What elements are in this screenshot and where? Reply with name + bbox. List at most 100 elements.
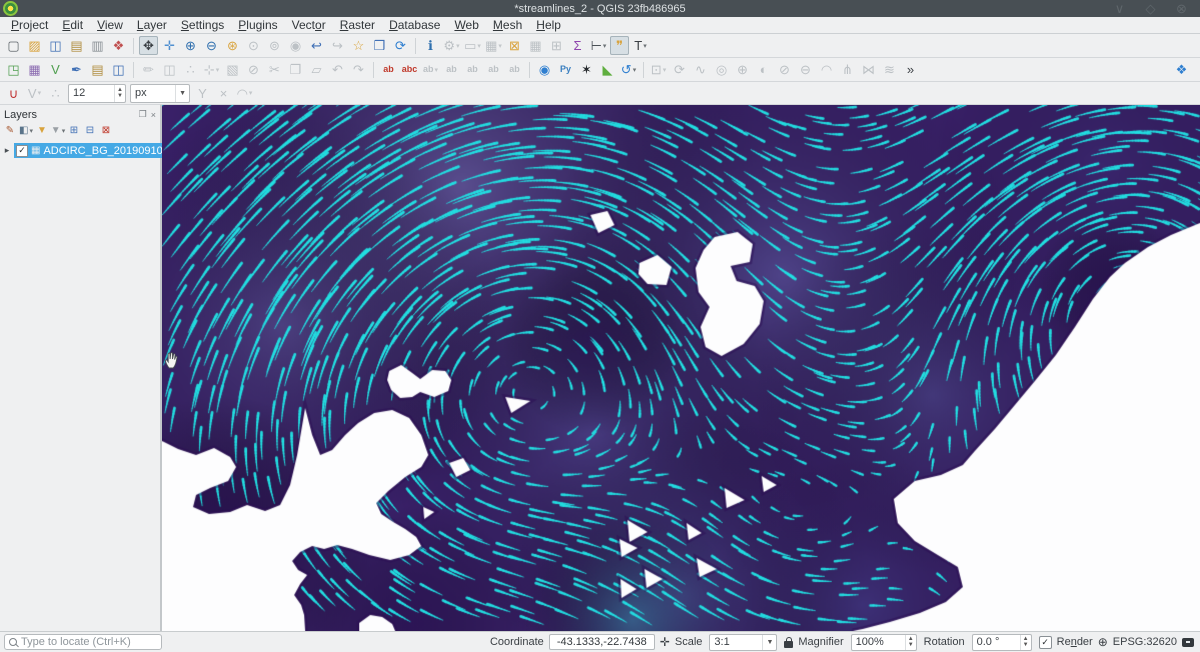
- map-canvas[interactable]: [162, 105, 1200, 631]
- add-delimited-text-icon[interactable]: ✒: [67, 60, 86, 79]
- style-manager-icon[interactable]: ❖: [109, 36, 128, 55]
- zoom-out-icon[interactable]: ⊖: [202, 36, 221, 55]
- zoom-full-icon[interactable]: ⊛: [223, 36, 242, 55]
- magnifier-spinbox[interactable]: 100% ▲▼: [851, 634, 917, 651]
- menu-web[interactable]: Web: [447, 18, 485, 32]
- magnifier-label: Magnifier: [798, 636, 843, 648]
- menu-help[interactable]: Help: [529, 18, 568, 32]
- layer-name[interactable]: ADCIRC_BG_20190910_1t: [43, 145, 178, 157]
- processing-toolbox-icon[interactable]: ❖: [1172, 60, 1191, 79]
- menu-project[interactable]: Project: [4, 18, 55, 32]
- snapping-toggle-icon[interactable]: ∪: [4, 84, 23, 103]
- add-raster-layer-icon[interactable]: ▦: [25, 60, 44, 79]
- new-project-icon[interactable]: ▢: [4, 36, 23, 55]
- redo-icon: ↷: [349, 60, 368, 79]
- coordinate-input[interactable]: -43.1333,-22.7438: [549, 634, 655, 650]
- spin-arrows-icon[interactable]: ▲▼: [1020, 635, 1031, 650]
- menu-view[interactable]: View: [90, 18, 130, 32]
- fill-ring-icon: ◐: [754, 60, 773, 79]
- remove-layer-icon[interactable]: ⊠: [98, 123, 114, 139]
- layer-labeling-icon[interactable]: ab: [379, 60, 398, 79]
- text-annotation-icon[interactable]: T▾: [631, 36, 650, 55]
- add-vector-layer-icon[interactable]: ◳: [4, 60, 23, 79]
- metasearch-icon[interactable]: ◉: [535, 60, 554, 79]
- menu-edit[interactable]: Edit: [55, 18, 90, 32]
- toolbar-layers-editing: ◳▦V✒▤◫✏◫∴⊹▾▧⊘✂❐▱↶↷ababcab▾abababab◉Py✶◣↺…: [0, 58, 1200, 82]
- menu-raster[interactable]: Raster: [333, 18, 382, 32]
- rotate-feature-icon: ⟳: [670, 60, 689, 79]
- map-tips-icon[interactable]: ❞: [610, 36, 629, 55]
- measure-icon[interactable]: ⊢▾: [589, 36, 608, 55]
- chevron-down-icon[interactable]: ▼: [762, 635, 776, 650]
- merge-features-icon: ⋈: [859, 60, 878, 79]
- trace-icon: ◠▾: [235, 84, 254, 103]
- rotation-spinbox[interactable]: 0.0 ° ▲▼: [972, 634, 1032, 651]
- float-panel-icon[interactable]: ❐: [139, 109, 147, 120]
- statistics-icon[interactable]: Σ: [568, 36, 587, 55]
- help-icon[interactable]: ↺▾: [619, 60, 638, 79]
- crs-status[interactable]: EPSG:32620: [1113, 636, 1177, 648]
- add-mesh-layer-icon[interactable]: V: [46, 60, 65, 79]
- render-label: Render: [1057, 636, 1093, 648]
- close-panel-icon[interactable]: ×: [151, 110, 156, 120]
- zoom-in-icon[interactable]: ⊕: [181, 36, 200, 55]
- python-console-icon[interactable]: Py: [556, 60, 575, 79]
- expand-caret-icon[interactable]: ▸: [0, 145, 14, 156]
- deselect-all-icon[interactable]: ⊠: [505, 36, 524, 55]
- report-bug-icon[interactable]: ✶: [577, 60, 596, 79]
- extents-toggle-icon[interactable]: ✛: [660, 636, 670, 648]
- modify-attributes-icon: ▧: [223, 60, 242, 79]
- menu-plugins[interactable]: Plugins: [231, 18, 284, 32]
- snapping-tolerance-spinbox[interactable]: 12 ▲▼: [68, 84, 126, 103]
- menu-settings[interactable]: Settings: [174, 18, 231, 32]
- crs-globe-icon[interactable]: ⊕: [1098, 636, 1108, 648]
- zoom-to-layer-icon: ⊚: [265, 36, 284, 55]
- filter-legend-icon[interactable]: ▼: [34, 123, 50, 139]
- maximize-button[interactable]: ◇: [1141, 0, 1160, 18]
- layer-diagram-icon[interactable]: abc: [400, 60, 419, 79]
- pan-to-selection-icon[interactable]: ✛: [160, 36, 179, 55]
- chevron-down-icon[interactable]: ▼: [175, 85, 189, 102]
- menu-database[interactable]: Database: [382, 18, 447, 32]
- layers-panel-toolbar: ✎◧▾▼▼▾⊞⊟⊠: [0, 122, 160, 140]
- zoom-last-icon[interactable]: ↩: [307, 36, 326, 55]
- open-project-icon[interactable]: ▨: [25, 36, 44, 55]
- layer-checkbox[interactable]: ✓: [16, 145, 28, 157]
- minimize-button[interactable]: ∨: [1110, 0, 1129, 18]
- collapse-all-icon[interactable]: ⊟: [82, 123, 98, 139]
- lock-scale-icon[interactable]: [784, 641, 793, 648]
- render-checkbox[interactable]: ✓: [1039, 636, 1052, 649]
- save-edits-icon: ◫: [160, 60, 179, 79]
- map-themes-icon[interactable]: ◧▾: [18, 123, 34, 139]
- identify-features-icon[interactable]: ℹ: [421, 36, 440, 55]
- menu-layer[interactable]: Layer: [130, 18, 174, 32]
- scale-combo[interactable]: 3:1 ▼: [709, 634, 777, 651]
- run-feature-action-icon: ⚙▾: [442, 36, 461, 55]
- spin-arrows-icon[interactable]: ▲▼: [114, 85, 125, 102]
- menu-vector[interactable]: Vector: [285, 18, 333, 32]
- expand-all-icon[interactable]: ⊞: [66, 123, 82, 139]
- filter-expression-icon[interactable]: ▼▾: [50, 123, 66, 139]
- data-source-manager-icon[interactable]: ◫: [109, 60, 128, 79]
- spin-arrows-icon[interactable]: ▲▼: [905, 635, 916, 650]
- toolbar-separator: [529, 62, 530, 78]
- overflow-icon[interactable]: »: [901, 60, 920, 79]
- rotate-label-icon: ab: [484, 60, 503, 79]
- snapping-unit-combo[interactable]: px ▼: [130, 84, 190, 103]
- show-bookmarks-icon[interactable]: ❒: [370, 36, 389, 55]
- close-button[interactable]: ⊗: [1172, 0, 1191, 18]
- log-messages-icon[interactable]: [1182, 638, 1194, 647]
- add-database-layer-icon[interactable]: ▤: [88, 60, 107, 79]
- new-print-layout-icon[interactable]: ▤: [67, 36, 86, 55]
- layer-styling-icon[interactable]: ✎: [2, 123, 18, 139]
- locate-input[interactable]: Type to locate (Ctrl+K): [4, 634, 162, 650]
- snapping-mode-icon: V▾: [25, 84, 44, 103]
- new-bookmark-icon[interactable]: ☆: [349, 36, 368, 55]
- pan-map-icon[interactable]: ✥: [139, 36, 158, 55]
- grass-tools-icon[interactable]: ◣: [598, 60, 617, 79]
- layer-item[interactable]: ▸ ✓ ▦ ADCIRC_BG_20190910_1t: [0, 143, 160, 158]
- layout-manager-icon[interactable]: ▥: [88, 36, 107, 55]
- menu-mesh[interactable]: Mesh: [486, 18, 529, 32]
- save-project-icon[interactable]: ◫: [46, 36, 65, 55]
- refresh-icon[interactable]: ⟳: [391, 36, 410, 55]
